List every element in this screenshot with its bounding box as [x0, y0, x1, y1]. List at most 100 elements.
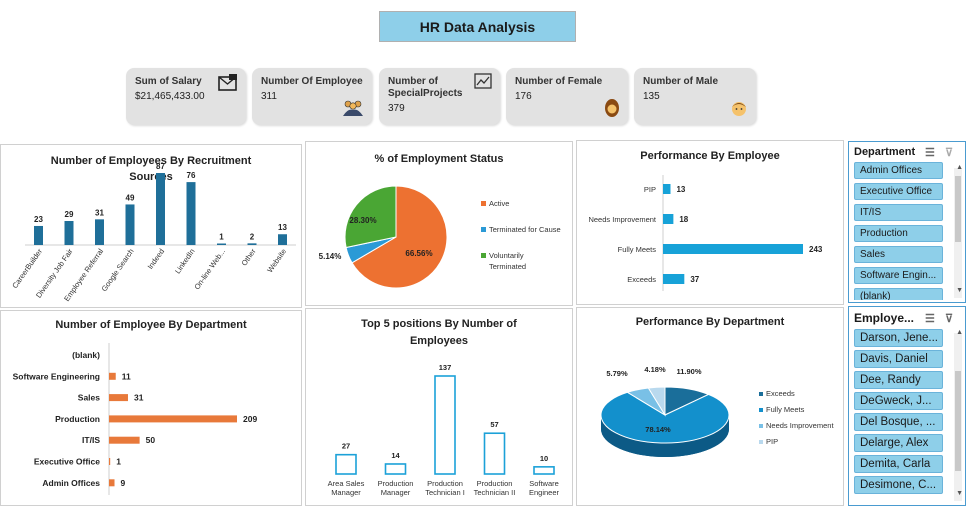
- male-icon: [732, 102, 746, 116]
- chart-recruitment-sources[interactable]: Number of Employees By Recruitment Sourc…: [0, 144, 302, 308]
- chart-performance-by-employee[interactable]: Performance By Employee PIP 13 Needs Impro…: [576, 140, 844, 305]
- slicer-employee-item[interactable]: Desimone, C...: [854, 476, 943, 494]
- data-label: 66.56%: [405, 249, 432, 258]
- data-label: 37: [690, 275, 699, 284]
- slicer-employee-item[interactable]: Demita, Carla: [854, 455, 943, 473]
- legend-marker: [759, 440, 763, 444]
- kpi-label: Number of Male: [643, 76, 719, 87]
- kpi-sum-of-salary: Sum of Salary $21,465,433.00: [126, 68, 246, 125]
- legend-marker: [759, 392, 763, 396]
- recruitment-bar-chart: 23CareerBuilder29Diversity Job Fair31Emp…: [10, 162, 296, 303]
- kpi-label: Number Of Employee: [261, 76, 363, 87]
- scroll-thumb[interactable]: [955, 371, 961, 471]
- chart-performance-by-department[interactable]: Performance By Department 11.90% 78.14% 5.…: [576, 307, 844, 506]
- legend-label: Fully Meets: [766, 405, 805, 414]
- slicer-scrollbar[interactable]: [954, 333, 962, 501]
- kpi-value: 379: [388, 103, 405, 114]
- bar: [278, 234, 287, 245]
- chart-employment-status[interactable]: % of Employment Status 66.56% 5.14% 28.30%…: [305, 141, 573, 306]
- slicer-employee: Employe... ☰ ⊽ Darson, Jene... Davis, Dan…: [848, 306, 966, 506]
- slicer-employee-item[interactable]: Darson, Jene...: [854, 329, 943, 347]
- chart-employee-by-department[interactable]: Number of Employee By Department (blank)…: [0, 310, 302, 506]
- data-label: 13: [278, 223, 287, 232]
- tick-label: On-line Web...: [192, 247, 227, 291]
- scroll-thumb[interactable]: [955, 176, 961, 242]
- tick-label: LinkedIn: [173, 247, 197, 275]
- tick-label: Manager: [381, 488, 411, 497]
- scroll-down-icon[interactable]: ▼: [956, 287, 963, 294]
- data-label: 18: [679, 215, 688, 224]
- slicer-items: Admin Offices Executive Office IT/IS Produc…: [849, 162, 965, 300]
- slicer-employee-item[interactable]: Delarge, Alex: [854, 434, 943, 452]
- bar: [434, 375, 456, 475]
- clear-filter-icon[interactable]: ⊽: [945, 146, 953, 159]
- legend-label: Active: [489, 199, 509, 208]
- tick-label: (blank): [72, 350, 100, 360]
- slicer-title: Employe...: [854, 311, 915, 325]
- slicer-employee-item[interactable]: Dee, Randy: [854, 371, 943, 389]
- tick-label: Executive Office: [34, 457, 100, 467]
- bar: [663, 244, 803, 254]
- multi-select-icon[interactable]: ☰: [925, 146, 935, 159]
- legend-label: Exceeds: [766, 389, 795, 398]
- slicer-department-item[interactable]: (blank): [854, 288, 943, 300]
- data-label: 10: [540, 454, 548, 463]
- bar: [109, 479, 115, 487]
- bar: [109, 415, 237, 423]
- slicer-department: Department ☰ ⊽ Admin Offices Executive Of…: [848, 141, 966, 303]
- filter-icon[interactable]: ⊽: [945, 312, 953, 325]
- multi-select-icon[interactable]: ☰: [925, 312, 935, 325]
- bar: [109, 394, 128, 402]
- bar: [533, 466, 555, 475]
- data-label: 5.79%: [606, 369, 628, 378]
- data-label: 9: [121, 478, 126, 488]
- bar: [663, 214, 674, 224]
- tick-label: Production: [55, 414, 100, 424]
- data-label: 14: [391, 451, 400, 460]
- data-label: 11.90%: [676, 367, 701, 376]
- data-label: 4.18%: [644, 365, 666, 374]
- bar: [247, 243, 257, 245]
- tick-label: Software: [529, 479, 559, 488]
- tick-label: Indeed: [146, 247, 167, 271]
- slicer-department-item[interactable]: IT/IS: [854, 204, 943, 221]
- scroll-up-icon[interactable]: ▲: [956, 164, 963, 171]
- slicer-employee-item[interactable]: Davis, Daniel: [854, 350, 943, 368]
- data-label: 78.14%: [645, 425, 671, 434]
- bar: [95, 219, 104, 245]
- scroll-down-icon[interactable]: ▼: [956, 490, 963, 497]
- tick-label: PIP: [644, 185, 656, 194]
- tick-label: Engineer: [529, 488, 560, 497]
- slicer-department-item[interactable]: Software Engin...: [854, 267, 943, 284]
- tick-label: IT/IS: [82, 435, 100, 445]
- bar: [663, 274, 685, 284]
- slicer-department-item[interactable]: Sales: [854, 246, 943, 263]
- employment-status-pie-chart: 66.56% 5.14% 28.30% Active Terminated for Ca…: [319, 185, 561, 289]
- kpi-number-of-employee: Number Of Employee 311: [252, 68, 372, 125]
- data-label: 29: [65, 210, 74, 219]
- data-label: 1: [116, 457, 121, 467]
- scroll-up-icon[interactable]: ▲: [956, 329, 963, 336]
- slicer-scrollbar[interactable]: [954, 168, 962, 298]
- kpi-number-of-male: Number of Male 135: [634, 68, 756, 125]
- slicer-employee-item[interactable]: DeGweck, J...: [854, 392, 943, 410]
- data-label: 209: [243, 414, 257, 424]
- slicer-employee-item[interactable]: Del Bosque, ...: [854, 413, 943, 431]
- bar: [125, 204, 135, 245]
- people-icon: [343, 100, 363, 116]
- legend-label: Terminated for Cause: [489, 225, 561, 234]
- kpi-label: Number of Female: [515, 76, 603, 87]
- data-label: 1: [219, 233, 224, 242]
- kpi-label: Number of SpecialProjects: [388, 76, 463, 99]
- legend-marker: [759, 424, 763, 428]
- data-label: 31: [95, 208, 104, 217]
- slicer-department-item[interactable]: Production: [854, 225, 943, 242]
- bar: [663, 184, 671, 194]
- data-label: 87: [156, 162, 165, 171]
- slicer-department-item[interactable]: Executive Office: [854, 183, 943, 200]
- tick-label: Software Engineering: [13, 371, 100, 381]
- performance-employee-bar-chart: PIP 13 Needs Improvement 18 Fully Meets 243 Ex…: [588, 175, 823, 291]
- slicer-department-item[interactable]: Admin Offices: [854, 162, 943, 179]
- chart-top-5-positions[interactable]: Top 5 positions By Number of Employees 2…: [305, 308, 573, 506]
- slicer-title: Department: [854, 146, 916, 158]
